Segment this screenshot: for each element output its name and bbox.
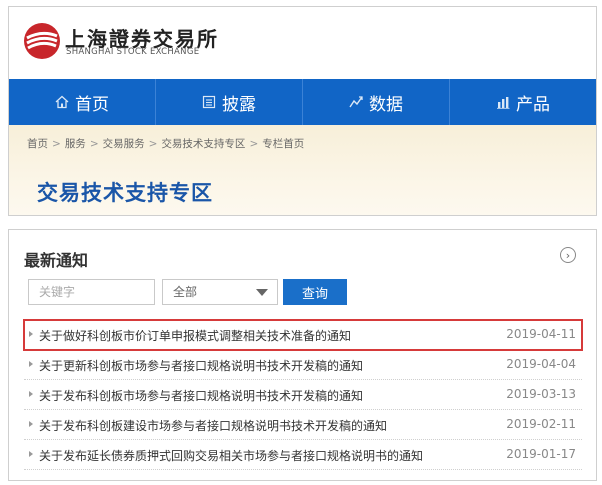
home-icon [55,95,69,109]
notice-list: 关于做好科创板市价订单申报模式调整相关技术准备的通知 2019-04-11 关于… [23,319,583,470]
bullet-arrow-icon [29,331,33,337]
notice-date: 2019-04-11 [506,327,576,341]
breadcrumb-services[interactable]: 服务 [65,138,86,150]
notice-title[interactable]: 关于发布科创板市场参与者接口规格说明书技术开发稿的通知 [39,387,363,404]
bar-chart-icon [497,97,510,109]
breadcrumb-separator: > [52,138,61,150]
breadcrumb-separator: > [148,138,158,150]
query-button[interactable]: 查询 [283,279,347,305]
more-arrow-icon[interactable]: › [560,247,576,263]
nav-item-disclosure[interactable]: 披露 [156,79,303,125]
notice-row[interactable]: 关于发布科创板市场参与者接口规格说明书技术开发稿的通知 2019-03-13 [24,380,582,410]
nav-label: 产品 [516,94,550,115]
breadcrumb-column-home[interactable]: 专栏首页 [262,138,304,150]
category-select[interactable]: 全部 [162,279,278,305]
category-select-value: 全部 [173,285,198,299]
notice-date: 2019-04-04 [506,357,576,371]
nav-item-home[interactable]: 首页 [9,79,156,125]
document-icon [202,95,216,109]
nav-label: 披露 [222,94,256,115]
notice-date: 2019-01-17 [506,447,576,461]
notice-row[interactable]: 关于发布延长债券质押式回购交易相关市场参与者接口规格说明书的通知 2019-01… [24,440,582,470]
breadcrumb-trading-services[interactable]: 交易服务 [103,138,145,150]
notice-date: 2019-03-13 [506,387,576,401]
bullet-arrow-icon [29,361,33,367]
breadcrumb-separator: > [89,138,99,150]
main-nav: 首页 披露 数据 产品 [9,79,596,125]
bullet-arrow-icon [29,421,33,427]
nav-label: 数据 [369,94,403,115]
logo-english-name: SHANGHAI STOCK EXCHANGE [66,47,200,57]
notices-panel: 最新通知 › 全部 查询 关于做好科创板市价订单申报模式调整相关技术准备的通知 … [8,229,597,481]
notice-row[interactable]: 关于更新科创板市场参与者接口规格说明书技术开发稿的通知 2019-04-04 [24,350,582,380]
notice-title[interactable]: 关于更新科创板市场参与者接口规格说明书技术开发稿的通知 [39,357,363,374]
notice-date: 2019-02-11 [506,417,576,431]
notice-row[interactable]: 关于发布科创板建设市场参与者接口规格说明书技术开发稿的通知 2019-02-11 [24,410,582,440]
bullet-arrow-icon [29,391,33,397]
breadcrumb-tech-support[interactable]: 交易技术支持专区 [161,138,245,150]
dropdown-arrow-icon [256,289,268,296]
nav-label: 首页 [75,94,109,115]
notice-title[interactable]: 关于做好科创板市价订单申报模式调整相关技术准备的通知 [39,327,351,344]
breadcrumb: 首页 > 服务 > 交易服务 > 交易技术支持专区 > 专栏首页 [27,136,304,151]
notice-title[interactable]: 关于发布延长债券质押式回购交易相关市场参与者接口规格说明书的通知 [39,447,423,464]
header-panel: 上海證券交易所 SHANGHAI STOCK EXCHANGE 首页 披露 数据… [8,6,597,216]
notice-row[interactable]: 关于做好科创板市价订单申报模式调整相关技术准备的通知 2019-04-11 [23,319,583,351]
breadcrumb-separator: > [249,138,259,150]
notice-title[interactable]: 关于发布科创板建设市场参与者接口规格说明书技术开发稿的通知 [39,417,387,434]
nav-item-data[interactable]: 数据 [303,79,450,125]
bullet-arrow-icon [29,451,33,457]
logo-row: 上海證券交易所 SHANGHAI STOCK EXCHANGE [9,7,596,79]
nav-item-products[interactable]: 产品 [450,79,596,125]
trend-icon [349,96,363,108]
page-title: 交易技术支持专区 [37,181,213,205]
sse-logo-icon[interactable] [23,22,61,60]
section-banner: 首页 > 服务 > 交易服务 > 交易技术支持专区 > 专栏首页 交易技术支持专区 [9,125,596,215]
notices-title: 最新通知 [24,251,89,270]
breadcrumb-home[interactable]: 首页 [27,138,48,150]
keyword-search-input[interactable] [28,279,155,305]
